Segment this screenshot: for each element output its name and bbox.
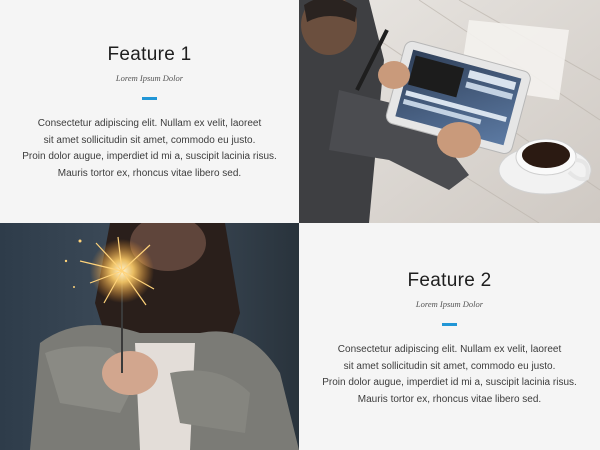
feature-2-divider <box>442 323 457 326</box>
sparkler-photo-image <box>0 223 299 450</box>
feature-grid: Feature 1 Lorem Ipsum Dolor Consectetur … <box>0 0 600 450</box>
feature-1-divider <box>142 97 157 100</box>
feature-2-body-line: Mauris tortor ex, rhoncus vitae libero s… <box>357 393 542 405</box>
feature-1-body-line: sit amet sollicitudin sit amet, commodo … <box>43 134 256 146</box>
feature-2-panel: Feature 2 Lorem Ipsum Dolor Consectetur … <box>299 223 600 450</box>
tablet-photo <box>299 0 600 223</box>
feature-2-body: Consectetur adipiscing elit. Nullam ex v… <box>305 342 595 408</box>
feature-1-body-line: Proin dolor augue, imperdiet id mi a, su… <box>22 151 277 162</box>
feature-2-title: Feature 2 <box>407 270 492 291</box>
feature-1-body: Consectetur adipiscing elit. Nullam ex v… <box>5 116 295 182</box>
feature-2-body-line: Consectetur adipiscing elit. Nullam ex v… <box>337 344 562 355</box>
feature-2-body-line: Proin dolor augue, imperdiet id mi a, su… <box>322 377 577 388</box>
sparkler-photo <box>0 223 299 450</box>
feature-1-title: Feature 1 <box>107 44 192 65</box>
feature-2-subtitle: Lorem Ipsum Dolor <box>415 299 484 309</box>
feature-1-subtitle: Lorem Ipsum Dolor <box>115 73 184 83</box>
feature-1-panel: Feature 1 Lorem Ipsum Dolor Consectetur … <box>0 0 299 223</box>
feature-2-body-line: sit amet sollicitudin sit amet, commodo … <box>343 360 556 372</box>
tablet-photo-image <box>299 0 600 223</box>
feature-1-body-line: Consectetur adipiscing elit. Nullam ex v… <box>37 118 262 129</box>
feature-1-body-line: Mauris tortor ex, rhoncus vitae libero s… <box>57 167 242 179</box>
